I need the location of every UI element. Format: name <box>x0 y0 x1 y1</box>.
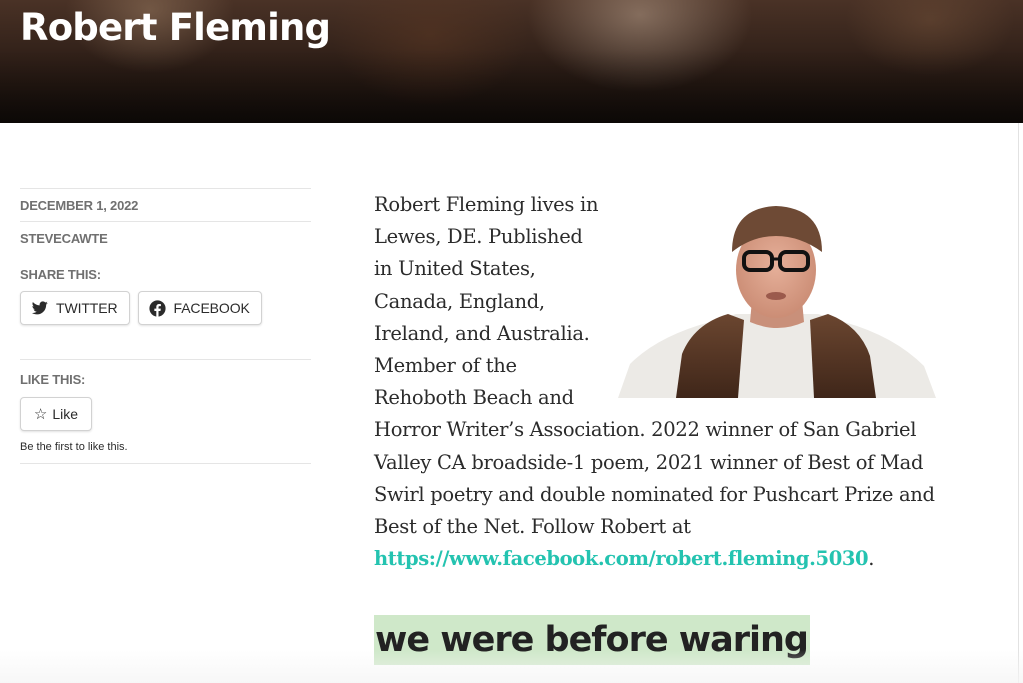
content-divider <box>1018 123 1019 683</box>
header-banner: Robert Fleming <box>0 0 1023 123</box>
twitter-share-label: TWITTER <box>56 300 118 316</box>
like-label: Like <box>52 406 79 422</box>
like-divider <box>20 359 311 360</box>
like-note: Be the first to like this. <box>20 441 128 453</box>
next-post-title[interactable]: we were before waring <box>374 615 810 665</box>
facebook-share-button[interactable]: FACEBOOK <box>137 291 262 325</box>
meta-bottom-divider <box>20 463 311 464</box>
share-heading: SHARE THIS: <box>20 267 101 282</box>
share-buttons: TWITTER FACEBOOK <box>20 291 262 325</box>
star-icon: ☆ <box>33 405 48 423</box>
post-date[interactable]: DECEMBER 1, 2022 <box>20 188 311 221</box>
like-button[interactable]: ☆ Like <box>20 397 92 431</box>
twitter-icon <box>31 299 49 317</box>
twitter-share-button[interactable]: TWITTER <box>20 291 130 325</box>
page-title: Robert Fleming <box>20 6 331 49</box>
post-body: Robert Fleming lives in Lewes, DE. Publi… <box>374 189 944 575</box>
link-period: . <box>868 547 875 571</box>
post-meta: DECEMBER 1, 2022 STEVECAWTE SHARE THIS: … <box>20 188 311 464</box>
like-heading: LIKE THIS: <box>20 372 86 387</box>
author-photo[interactable] <box>618 196 936 398</box>
facebook-share-label: FACEBOOK <box>173 300 250 316</box>
facebook-icon <box>149 299 167 317</box>
facebook-profile-link[interactable]: https://www.facebook.com/robert.fleming.… <box>374 547 869 570</box>
post-author[interactable]: STEVECAWTE <box>20 221 311 254</box>
